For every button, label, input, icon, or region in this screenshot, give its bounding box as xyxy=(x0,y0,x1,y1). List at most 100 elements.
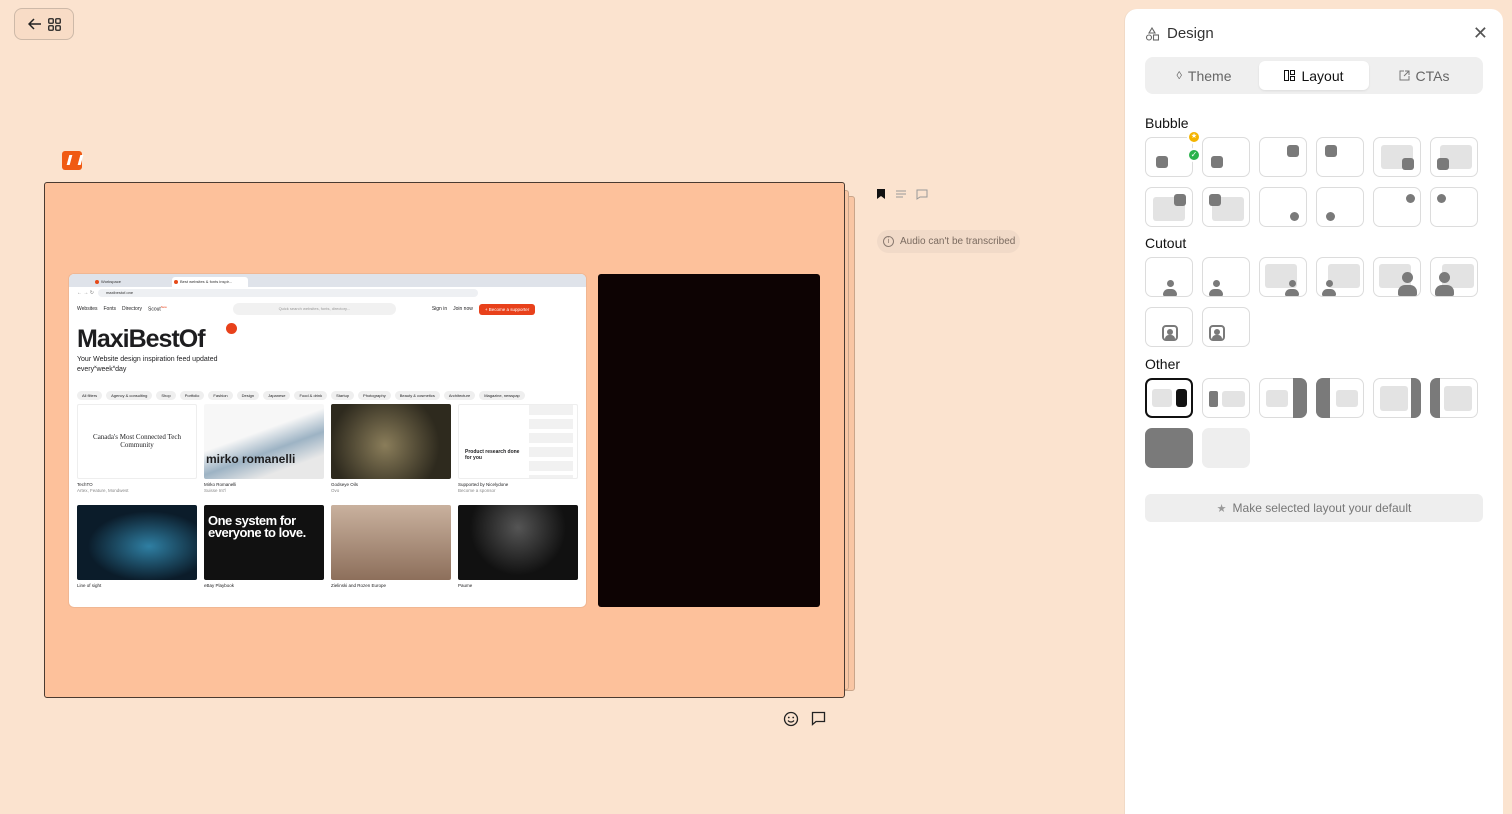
site-tagline: Your Website design inspiration feed upd… xyxy=(77,356,218,373)
site-card: Paume xyxy=(458,505,578,602)
design-panel: Design ✕ ◊ Theme Layout CTAs Bubble ★ ✓ C… xyxy=(1125,9,1503,814)
layout-option-cutout-2[interactable] xyxy=(1202,257,1250,297)
section-cutout: Cutout xyxy=(1145,235,1187,251)
nav-arrows-icon: ← → ↻ xyxy=(77,290,94,296)
chip: Food & drink xyxy=(294,390,328,400)
join-link: Join now xyxy=(453,306,473,312)
star-icon: ★ xyxy=(1216,502,1227,515)
design-tabs: ◊ Theme Layout CTAs xyxy=(1145,57,1483,94)
comment-icon[interactable] xyxy=(916,189,928,200)
browser-tab-active: Best websites & fonts inspir... xyxy=(172,277,248,287)
site-card: Zielinski and Rozen Europe xyxy=(331,505,451,602)
sign-in-link: Sign in xyxy=(431,306,448,312)
layout-option-other-5[interactable] xyxy=(1373,378,1421,418)
other-layouts xyxy=(1145,378,1478,468)
chip: Photography xyxy=(358,390,391,400)
card-thumb xyxy=(331,404,451,479)
site-title: MaxiBestOf xyxy=(77,325,206,353)
app-icons xyxy=(529,405,573,478)
grid-icon xyxy=(47,17,61,31)
notice-text: Audio can't be transcribed xyxy=(900,236,1016,247)
droplet-icon: ◊ xyxy=(1176,69,1182,82)
camera-bubble[interactable] xyxy=(598,274,820,607)
layout-option-bubble-10[interactable] xyxy=(1316,187,1364,227)
chip: Beauty & cosmetics xyxy=(394,390,440,400)
site-nav: Websites Fonts Directory ScoutNew Quick … xyxy=(69,299,586,319)
chip: Fashion xyxy=(208,390,233,400)
layout-option-bubble-8[interactable] xyxy=(1202,187,1250,227)
layout-option-bubble-9[interactable] xyxy=(1259,187,1307,227)
layout-option-bubble-4[interactable] xyxy=(1316,137,1364,177)
nav-item: Fonts xyxy=(103,306,116,312)
tab-label: Theme xyxy=(1187,67,1232,84)
card-thumb xyxy=(77,505,197,580)
emoji-icon[interactable] xyxy=(783,711,799,727)
close-icon[interactable]: ✕ xyxy=(1473,24,1488,42)
site-hero: MaxiBestOf Your Website design inspirati… xyxy=(69,319,586,389)
layout-option-cutout-6[interactable] xyxy=(1430,257,1478,297)
layout-option-bubble-5[interactable] xyxy=(1373,137,1421,177)
shapes-icon xyxy=(1145,26,1159,41)
card-sub: Become a sponsor xyxy=(458,488,496,493)
site-card: Canada's Most Connected Tech Community T… xyxy=(77,404,197,501)
screen-recording: Workspace Best websites & fonts inspir..… xyxy=(69,274,586,607)
layout-option-cutout-7[interactable] xyxy=(1145,307,1193,347)
chip: Architecture xyxy=(443,390,476,400)
cutout-layouts xyxy=(1145,257,1478,347)
chip: Agency & consulting xyxy=(106,390,153,400)
layout-option-cutout-4[interactable] xyxy=(1316,257,1364,297)
address-bar: ← → ↻ maxibestof.one xyxy=(69,287,586,299)
tab-ctas[interactable]: CTAs xyxy=(1369,61,1479,90)
supporter-button: + Become a supporter xyxy=(478,303,536,315)
tab-theme[interactable]: ◊ Theme xyxy=(1149,61,1259,90)
card-title: eBay Playbook xyxy=(204,583,235,588)
bookmark-icon[interactable] xyxy=(876,188,886,200)
transcript-icon[interactable] xyxy=(895,189,907,199)
layout-option-bubble-6[interactable] xyxy=(1430,137,1478,177)
layout-icon xyxy=(1284,70,1296,81)
card-title: Zielinski and Rozen Europe xyxy=(331,583,387,588)
video-canvas[interactable]: Workspace Best websites & fonts inspir..… xyxy=(44,182,845,698)
layout-option-other-camera-only[interactable] xyxy=(1145,428,1193,468)
layout-option-bubble-3[interactable] xyxy=(1259,137,1307,177)
brand-logo-icon xyxy=(62,151,82,170)
card-thumb-text: Product research done for you xyxy=(465,449,520,461)
make-default-label: Make selected layout your default xyxy=(1232,501,1412,515)
chip: Design xyxy=(236,390,260,400)
layout-option-other-1-selected[interactable] xyxy=(1145,378,1193,418)
layout-option-bubble-1[interactable]: ★ ✓ xyxy=(1145,130,1201,177)
layout-option-other-2[interactable] xyxy=(1202,378,1250,418)
browser-tabs: Workspace Best websites & fonts inspir..… xyxy=(69,274,586,287)
card-title: Supported by Nicelydone xyxy=(458,482,509,487)
layout-option-bubble-2[interactable] xyxy=(1202,137,1250,177)
layout-option-other-screen-only[interactable] xyxy=(1202,428,1250,468)
back-to-grid-button[interactable] xyxy=(14,8,74,40)
card-thumb: Product research done for you xyxy=(458,404,578,479)
layout-option-cutout-5[interactable] xyxy=(1373,257,1421,297)
chip: All filters xyxy=(77,390,103,400)
layout-option-bubble-11[interactable] xyxy=(1373,187,1421,227)
arrow-left-icon xyxy=(27,18,41,30)
site-card-grid: Canada's Most Connected Tech Community T… xyxy=(69,401,586,605)
card-sub: Artex, Feature, Mondwest xyxy=(77,488,129,493)
layout-option-other-6[interactable] xyxy=(1430,378,1478,418)
card-title: Paume xyxy=(458,583,473,588)
tab-layout[interactable]: Layout xyxy=(1259,61,1369,90)
layout-option-cutout-1[interactable] xyxy=(1145,257,1193,297)
layout-option-cutout-3[interactable] xyxy=(1259,257,1307,297)
nav-item: ScoutNew xyxy=(148,305,167,313)
layout-option-other-4[interactable] xyxy=(1316,378,1364,418)
site-card: Godseye Oils Ovo xyxy=(331,404,451,501)
transcription-notice: i Audio can't be transcribed xyxy=(877,230,1020,253)
chip: Japanese xyxy=(263,390,291,400)
layout-option-cutout-8[interactable] xyxy=(1202,307,1250,347)
chip: Magazine, newspap xyxy=(479,390,525,400)
layout-option-other-3[interactable] xyxy=(1259,378,1307,418)
section-other: Other xyxy=(1145,356,1181,372)
comment-icon[interactable] xyxy=(811,711,826,726)
layout-option-bubble-12[interactable] xyxy=(1430,187,1478,227)
panel-title: Design xyxy=(1167,25,1214,42)
layout-option-bubble-7[interactable] xyxy=(1145,187,1193,227)
site-card: One system for everyone to love. eBay Pl… xyxy=(204,505,324,602)
make-default-button[interactable]: ★ Make selected layout your default xyxy=(1145,494,1483,522)
